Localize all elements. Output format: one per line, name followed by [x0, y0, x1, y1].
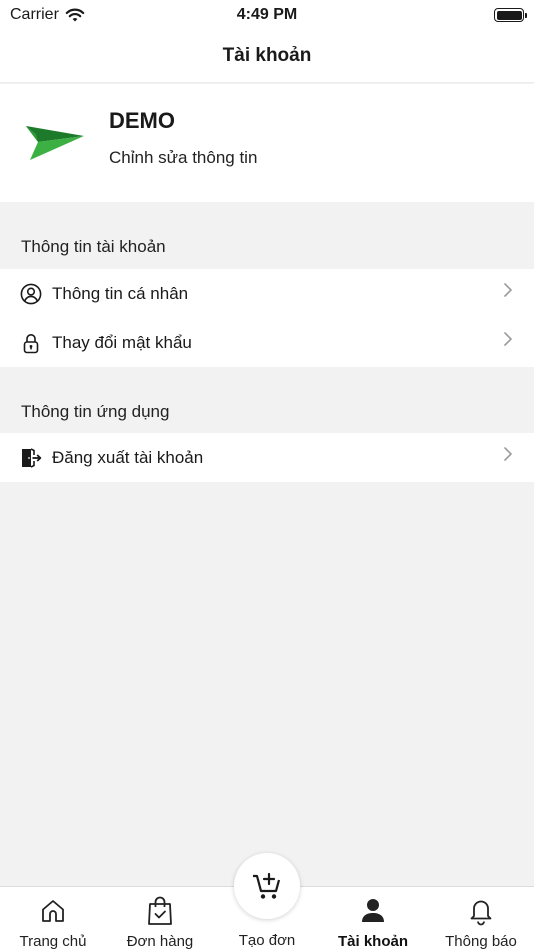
section-header-app: Thông tin ứng dụng — [21, 402, 170, 421]
profile-name: DEMO — [109, 108, 175, 133]
person-icon — [358, 895, 388, 927]
chevron-right-icon — [504, 283, 512, 297]
app-info-list: Đăng xuất tài khoản — [0, 433, 534, 482]
nav-bar: Tài khoản — [0, 30, 534, 83]
row-label: Thông tin cá nhân — [52, 283, 189, 303]
lock-icon — [20, 332, 42, 354]
tab-account[interactable]: Tài khoản — [320, 887, 426, 950]
chevron-right-icon — [504, 447, 512, 461]
edit-profile-link[interactable]: Chỉnh sửa thông tin — [109, 148, 257, 168]
shopping-bag-check-icon — [145, 895, 175, 927]
carrier-label: Carrier — [10, 6, 59, 23]
tab-home[interactable]: Trang chủ — [0, 887, 106, 950]
tab-orders[interactable]: Đơn hàng — [107, 887, 213, 950]
chevron-right-icon — [504, 332, 512, 346]
tab-label: Thông báo — [445, 933, 517, 950]
tab-create-order-label: Tạo đơn — [238, 932, 296, 949]
page-title: Tài khoản — [222, 45, 312, 66]
home-icon — [38, 895, 68, 927]
section-header-account: Thông tin tài khoản — [21, 237, 166, 256]
status-bar: Carrier 4:49 PM — [0, 0, 534, 30]
tab-notifications[interactable]: Thông báo — [428, 887, 534, 950]
row-personal-info[interactable]: Thông tin cá nhân — [0, 269, 534, 318]
create-order-button[interactable] — [234, 853, 300, 919]
battery-icon — [494, 8, 527, 22]
profile-text: DEMO Chỉnh sửa thông tin — [109, 108, 257, 168]
status-time: 4:49 PM — [236, 6, 298, 23]
row-label: Thay đổi mật khẩu — [52, 332, 192, 352]
tab-label: Tài khoản — [337, 933, 408, 950]
account-screen: Carrier 4:49 PM Tài khoản DEMO Chỉnh sửa… — [0, 0, 534, 950]
bell-icon — [466, 895, 496, 927]
user-circle-icon — [20, 283, 42, 305]
logout-icon — [20, 447, 42, 469]
row-logout[interactable]: Đăng xuất tài khoản — [0, 433, 534, 482]
row-label: Đăng xuất tài khoản — [52, 447, 204, 467]
battery-fill — [496, 10, 522, 20]
status-left: Carrier — [10, 6, 190, 24]
app-logo-icon — [26, 126, 84, 160]
profile-card[interactable]: DEMO Chỉnh sửa thông tin — [0, 84, 534, 202]
row-change-password[interactable]: Thay đổi mật khẩu — [0, 318, 534, 367]
status-right — [344, 8, 527, 22]
tab-label: Trang chủ — [19, 933, 87, 950]
cart-plus-icon — [253, 872, 281, 899]
account-info-list: Thông tin cá nhân Thay đổi mật khẩu — [0, 269, 534, 367]
tab-label: Đơn hàng — [126, 933, 194, 950]
wifi-icon — [65, 8, 85, 21]
